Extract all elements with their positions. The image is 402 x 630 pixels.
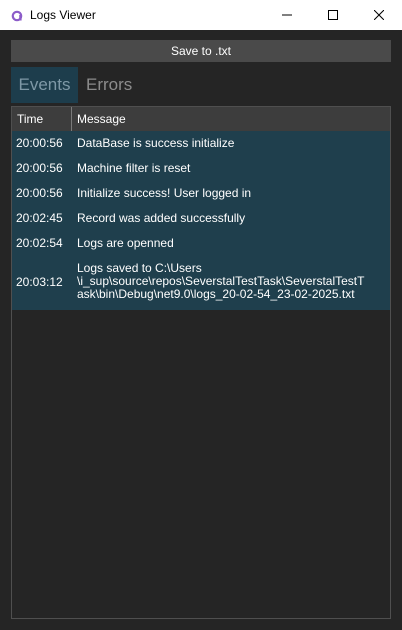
grid-header: Time Message <box>12 107 390 131</box>
minimize-icon <box>282 10 292 20</box>
message-text-line: ask\bin\Debug\net9.0\logs_20-02-54_23-02… <box>77 287 355 301</box>
table-row[interactable]: 20:00:56 DataBase is success initialize <box>12 131 390 156</box>
message-text: Initialize success! User logged in <box>77 186 252 200</box>
table-row[interactable]: 20:00:56 Initialize success! User logged… <box>12 181 390 206</box>
table-row[interactable]: 20:02:54 Logs are openned <box>12 231 390 256</box>
events-grid[interactable]: Time Message 20:00:56 DataBase is succes… <box>11 106 391 619</box>
title-bar[interactable]: Logs Viewer <box>0 0 402 30</box>
message-cell: DataBase is success initialize <box>77 137 387 150</box>
save-to-txt-button[interactable]: Save to .txt <box>11 40 391 62</box>
window-title: Logs Viewer <box>30 8 96 22</box>
tab-errors[interactable]: Errors <box>86 67 146 103</box>
message-text: Logs are openned <box>77 236 174 250</box>
grid-rows: 20:00:56 DataBase is success initialize … <box>12 131 390 310</box>
column-header-message[interactable]: Message <box>72 107 390 131</box>
message-cell: Record was added successfully <box>77 212 387 225</box>
time-cell: 20:02:54 <box>16 236 63 250</box>
logs-viewer-window: Logs Viewer Save to .txt Events Errors T… <box>0 0 402 630</box>
time-cell: 20:02:45 <box>16 211 63 225</box>
message-text: DataBase is success initialize <box>77 136 235 150</box>
message-text: Machine filter is reset <box>77 161 191 175</box>
time-cell: 20:03:12 <box>16 275 63 289</box>
message-cell: Machine filter is reset <box>77 162 387 175</box>
maximize-button[interactable] <box>310 0 356 30</box>
message-cell: Logs saved to C:\Users \i_sup\source\rep… <box>77 262 387 301</box>
table-row[interactable]: 20:03:12 Logs saved to C:\Users \i_sup\s… <box>12 256 390 310</box>
minimize-button[interactable] <box>264 0 310 30</box>
message-cell: Logs are openned <box>77 237 387 250</box>
time-cell: 20:00:56 <box>16 136 63 150</box>
table-row[interactable]: 20:02:45 Record was added successfully <box>12 206 390 231</box>
close-button[interactable] <box>356 0 402 30</box>
time-cell: 20:00:56 <box>16 186 63 200</box>
app-icon <box>11 9 23 22</box>
maximize-icon <box>328 10 338 20</box>
column-header-time[interactable]: Time <box>12 107 72 131</box>
time-cell: 20:00:56 <box>16 161 63 175</box>
message-text: Record was added successfully <box>77 211 246 225</box>
table-row[interactable]: 20:00:56 Machine filter is reset <box>12 156 390 181</box>
close-icon <box>374 10 384 20</box>
message-cell: Initialize success! User logged in <box>77 187 387 200</box>
tab-events[interactable]: Events <box>11 67 78 103</box>
